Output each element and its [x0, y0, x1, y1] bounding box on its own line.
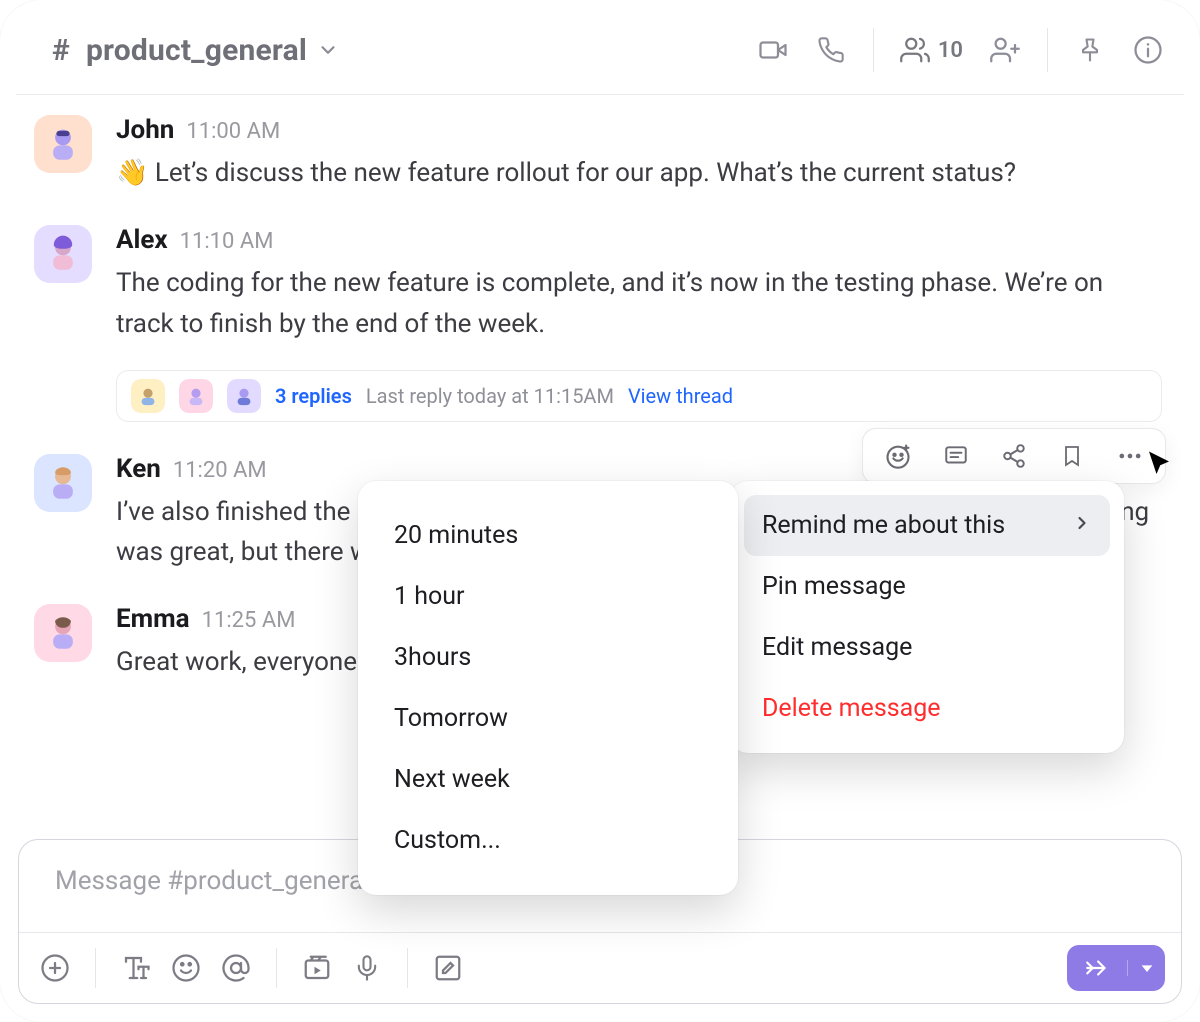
- menu-remind-me[interactable]: Remind me about this: [744, 495, 1110, 556]
- video-call-icon[interactable]: [757, 34, 789, 66]
- thread-avatar: [227, 379, 261, 413]
- message-item: Alex 11:10 AM The coding for the new fea…: [34, 211, 1162, 440]
- video-clip-icon[interactable]: [297, 948, 337, 988]
- thread-reply-count: 3 replies: [275, 384, 352, 408]
- message-time: 11:25 AM: [202, 608, 296, 633]
- menu-item-label: Edit message: [762, 633, 912, 662]
- channel-name-button[interactable]: # product_general: [52, 33, 339, 68]
- avatar[interactable]: [34, 454, 92, 512]
- thread-summary[interactable]: 3 replies Last reply today at 11:15AM Vi…: [116, 370, 1162, 422]
- add-reaction-icon[interactable]: [883, 441, 913, 471]
- message-time: 11:00 AM: [186, 119, 280, 144]
- member-count-text: 10: [938, 38, 963, 63]
- emoji-icon[interactable]: [166, 948, 206, 988]
- composer-toolbar: [19, 932, 1181, 1003]
- more-actions-icon[interactable]: [1115, 441, 1145, 471]
- send-button[interactable]: [1067, 945, 1165, 991]
- text-format-icon[interactable]: [116, 948, 156, 988]
- thread-avatar: [131, 379, 165, 413]
- menu-item-label: Pin message: [762, 572, 906, 601]
- avatar[interactable]: [34, 604, 92, 662]
- author-name[interactable]: Emma: [116, 604, 190, 634]
- mention-icon[interactable]: [216, 948, 256, 988]
- thread-avatar: [179, 379, 213, 413]
- microphone-icon[interactable]: [347, 948, 387, 988]
- author-name[interactable]: John: [116, 115, 174, 145]
- message-context-menu: Remind me about this Pin message Edit me…: [730, 481, 1124, 753]
- thread-last-reply: Last reply today at 11:15AM: [366, 384, 614, 408]
- reply-thread-icon[interactable]: [941, 441, 971, 471]
- canvas-icon[interactable]: [428, 948, 468, 988]
- header-actions: 10: [757, 28, 1164, 72]
- member-count-button[interactable]: 10: [900, 35, 963, 65]
- avatar[interactable]: [34, 115, 92, 173]
- bookmark-icon[interactable]: [1057, 441, 1087, 471]
- avatar[interactable]: [34, 225, 92, 283]
- author-name[interactable]: Alex: [116, 225, 168, 255]
- divider: [407, 948, 408, 988]
- message-time: 11:20 AM: [173, 458, 267, 483]
- menu-item-label: Remind me about this: [762, 511, 1005, 540]
- send-options-icon[interactable]: [1127, 960, 1165, 976]
- message-text: 👋 Let’s discuss the new feature rollout …: [116, 153, 1162, 193]
- send-icon[interactable]: [1067, 955, 1127, 981]
- message-item: John 11:00 AM 👋 Let’s discuss the new fe…: [34, 101, 1162, 211]
- app-frame: # product_general 10: [0, 0, 1200, 1022]
- remind-option-next-week[interactable]: Next week: [394, 749, 702, 810]
- info-icon[interactable]: [1132, 34, 1164, 66]
- phone-call-icon[interactable]: [815, 34, 847, 66]
- divider: [276, 948, 277, 988]
- remind-option-tomorrow[interactable]: Tomorrow: [394, 688, 702, 749]
- message-text: The coding for the new feature is comple…: [116, 263, 1162, 344]
- pin-icon[interactable]: [1074, 34, 1106, 66]
- remind-option-20min[interactable]: 20 minutes: [394, 505, 702, 566]
- remind-option-1hour[interactable]: 1 hour: [394, 566, 702, 627]
- message-hover-toolbar: [862, 428, 1166, 484]
- remind-option-custom[interactable]: Custom...: [394, 810, 702, 871]
- channel-name-text: product_general: [86, 33, 307, 68]
- menu-edit-message[interactable]: Edit message: [744, 617, 1110, 678]
- divider: [95, 948, 96, 988]
- hash-icon: #: [52, 33, 70, 68]
- divider: [873, 28, 874, 72]
- author-name[interactable]: Ken: [116, 454, 161, 484]
- add-member-icon[interactable]: [989, 34, 1021, 66]
- channel-header: # product_general 10: [16, 12, 1184, 95]
- menu-pin-message[interactable]: Pin message: [744, 556, 1110, 617]
- thread-view-link[interactable]: View thread: [628, 384, 733, 408]
- menu-item-label: Delete message: [762, 694, 941, 723]
- message-time: 11:10 AM: [180, 229, 274, 254]
- chevron-right-icon: [1072, 511, 1092, 540]
- add-attachment-icon[interactable]: [35, 948, 75, 988]
- remind-submenu: 20 minutes 1 hour 3hours Tomorrow Next w…: [358, 481, 738, 895]
- share-icon[interactable]: [999, 441, 1029, 471]
- menu-delete-message[interactable]: Delete message: [744, 678, 1110, 739]
- chevron-down-icon: [317, 39, 339, 61]
- remind-option-3hours[interactable]: 3hours: [394, 627, 702, 688]
- divider: [1047, 28, 1048, 72]
